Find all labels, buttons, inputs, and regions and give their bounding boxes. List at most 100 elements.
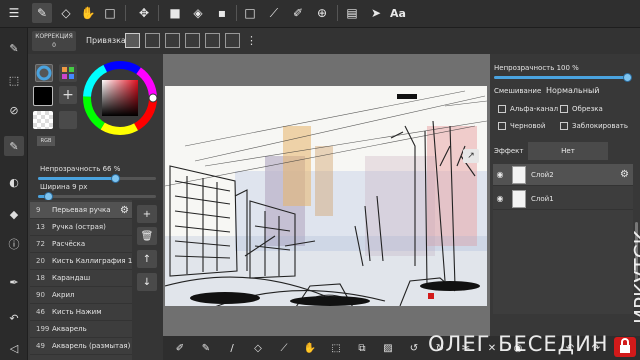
clip-checkbox[interactable] — [560, 105, 568, 113]
brush-list-item[interactable]: 18 Карандаш — [30, 270, 132, 287]
add-brush-icon[interactable]: + — [137, 205, 157, 223]
brush-list-item[interactable]: 13 Ручка (острая) — [30, 219, 132, 236]
rgb-toggle-button[interactable]: RGB — [37, 136, 55, 146]
layers-icon[interactable]: ◆ — [4, 204, 24, 224]
brush-list: 9 Перьевая ручка ⚙ 13 Ручка (острая) 72 Расчёс… — [30, 200, 132, 360]
layer-opacity-slider-knob[interactable] — [623, 73, 632, 82]
brush-name: Кисть Нажим — [52, 308, 102, 316]
opacity-slider-knob[interactable] — [110, 174, 120, 183]
brush-settings-gear-icon[interactable]: ⚙ — [120, 205, 129, 216]
square-icon[interactable]: ▪ — [212, 3, 232, 23]
canvas-area[interactable]: ↗ — [163, 54, 490, 336]
brush-number: 199 — [36, 325, 50, 333]
layer-opacity-slider-fill — [494, 76, 628, 79]
color-palette-mode-icon[interactable] — [59, 64, 77, 82]
layer-opacity-slider[interactable] — [494, 73, 632, 82]
canvas-overlay-icon[interactable]: ↗ — [463, 149, 479, 163]
info-icon[interactable]: ⓘ — [4, 234, 24, 254]
secondary-color-swatch[interactable] — [59, 111, 77, 129]
text-tool-button[interactable]: Aa — [388, 3, 408, 23]
pen-bottom-icon[interactable]: ✎ — [197, 339, 215, 357]
transparent-color-swatch[interactable] — [33, 111, 53, 129]
add-color-icon[interactable]: + — [59, 86, 77, 104]
brush-name: Акварель — [52, 325, 87, 333]
snap-circle-icon[interactable] — [225, 33, 240, 48]
bucket-icon[interactable]: ◈ — [188, 3, 208, 23]
color-wheel[interactable] — [82, 60, 158, 136]
visibility-eye-icon[interactable]: ◉ — [493, 194, 507, 203]
alpha-checkbox[interactable] — [498, 105, 506, 113]
brush-name: Расчёска — [52, 240, 86, 248]
brush-number: 49 — [36, 342, 45, 350]
brush-list-item[interactable]: 199 Акварель — [30, 321, 132, 338]
brush-list-item[interactable]: 49 Акварель (размытая) — [30, 338, 132, 355]
fill-color-icon[interactable]: ■ — [165, 3, 185, 23]
brush-name: Ручка (острая) — [52, 223, 106, 231]
pen-edit-icon[interactable]: ✐ — [288, 3, 308, 23]
brush-list-item[interactable]: 9 Перьевая ручка ⚙ — [30, 202, 132, 219]
menu-icon[interactable]: ☰ — [4, 3, 24, 23]
add-layer-icon[interactable]: ⊕ — [312, 3, 332, 23]
visibility-eye-icon[interactable]: ◉ — [493, 170, 507, 179]
snap-radial-icon[interactable] — [205, 33, 220, 48]
eraser-icon[interactable]: ◇ — [56, 3, 76, 23]
more-options-icon[interactable]: ⋮ — [246, 34, 257, 47]
brush-list-item[interactable]: 46 Кисть Нажим — [30, 304, 132, 321]
color-wheel-mode-icon[interactable] — [35, 64, 53, 82]
rectangle-select-icon[interactable]: □ — [100, 3, 120, 23]
draft-checkbox[interactable] — [498, 122, 506, 130]
eyedropper-side-icon[interactable]: ✒ — [4, 272, 24, 292]
brush-list-item[interactable]: 90 Акрил — [30, 287, 132, 304]
fill-bottom-icon[interactable]: ▨ — [379, 339, 397, 357]
transform-bottom-icon[interactable]: ⧉ — [353, 339, 371, 357]
snap-perspective-icon[interactable] — [185, 33, 200, 48]
brush-list-item[interactable]: 20 Кисть Каллиграфия 1 — [30, 253, 132, 270]
eyedropper-icon[interactable]: ⟋ — [264, 3, 284, 23]
pen-icon[interactable]: ✎ — [32, 3, 52, 23]
pointer-icon[interactable]: ➤ — [366, 3, 386, 23]
move-brush-up-icon[interactable]: ↑ — [137, 250, 157, 268]
layer-settings-gear-icon[interactable]: ⚙ — [620, 169, 629, 180]
blend-mode-select[interactable]: Нормальный — [546, 86, 600, 95]
snap-parallel-icon[interactable] — [145, 33, 160, 48]
select-bottom-icon[interactable]: ⬚ — [327, 339, 345, 357]
lock-checkbox[interactable] — [560, 122, 568, 130]
drawing-canvas[interactable] — [165, 86, 487, 306]
clip-label: Обрезка — [572, 105, 603, 113]
opacity-slider[interactable] — [38, 174, 156, 183]
primary-color-swatch[interactable] — [33, 86, 53, 106]
brush-panel-icon[interactable]: ✎ — [4, 136, 24, 156]
width-slider[interactable] — [38, 192, 156, 201]
delete-brush-icon[interactable]: 🗑 — [137, 227, 157, 245]
snap-off-icon[interactable] — [125, 33, 140, 48]
hand-icon[interactable]: ✋ — [78, 3, 98, 23]
no-entry-icon[interactable]: ⊘ — [4, 100, 24, 120]
layer-thumbnail — [512, 165, 526, 184]
eyedropper-bottom-icon[interactable]: ✐ — [171, 339, 189, 357]
palette-icon[interactable]: ◐ — [4, 172, 24, 192]
layout-icon[interactable]: ▤ — [342, 3, 362, 23]
brush-bottom-icon[interactable]: ⟋ — [275, 339, 293, 357]
brush-list-item[interactable]: 72 Расчёска — [30, 236, 132, 253]
rotate-left-icon[interactable]: ↺ — [405, 339, 423, 357]
layer-item[interactable]: ◉ Слой1 — [493, 188, 633, 210]
select-icon[interactable]: ⬚ — [4, 70, 24, 90]
brush-name: Акварель (размытая) — [52, 342, 131, 350]
watermark-logo — [614, 337, 636, 357]
move-brush-down-icon[interactable]: ↓ — [137, 273, 157, 291]
hand-bottom-icon[interactable]: ✋ — [301, 339, 319, 357]
pencil-bottom-icon[interactable]: / — [223, 339, 241, 357]
effect-select[interactable]: Нет — [528, 142, 608, 160]
undo-icon[interactable]: ↶ — [4, 308, 24, 328]
layer-item[interactable]: ◉ Слой2 ⚙ — [493, 164, 633, 186]
alpha-label: Альфа-канал — [510, 105, 559, 113]
snap-grid-icon[interactable] — [165, 33, 180, 48]
back-icon[interactable]: ◁ — [4, 338, 24, 358]
eraser-bottom-icon[interactable]: ◇ — [249, 339, 267, 357]
watermark-vertical: ИРКУТСК — [606, 226, 640, 326]
sub-toolbar: КОРРЕКЦИЯ 0 Привязка ⋮ — [28, 28, 640, 54]
correction-button[interactable]: КОРРЕКЦИЯ 0 — [32, 31, 76, 51]
edit-icon[interactable]: ✎ — [4, 38, 24, 58]
shape-icon[interactable]: □ — [240, 3, 260, 23]
move-icon[interactable]: ✥ — [134, 3, 154, 23]
